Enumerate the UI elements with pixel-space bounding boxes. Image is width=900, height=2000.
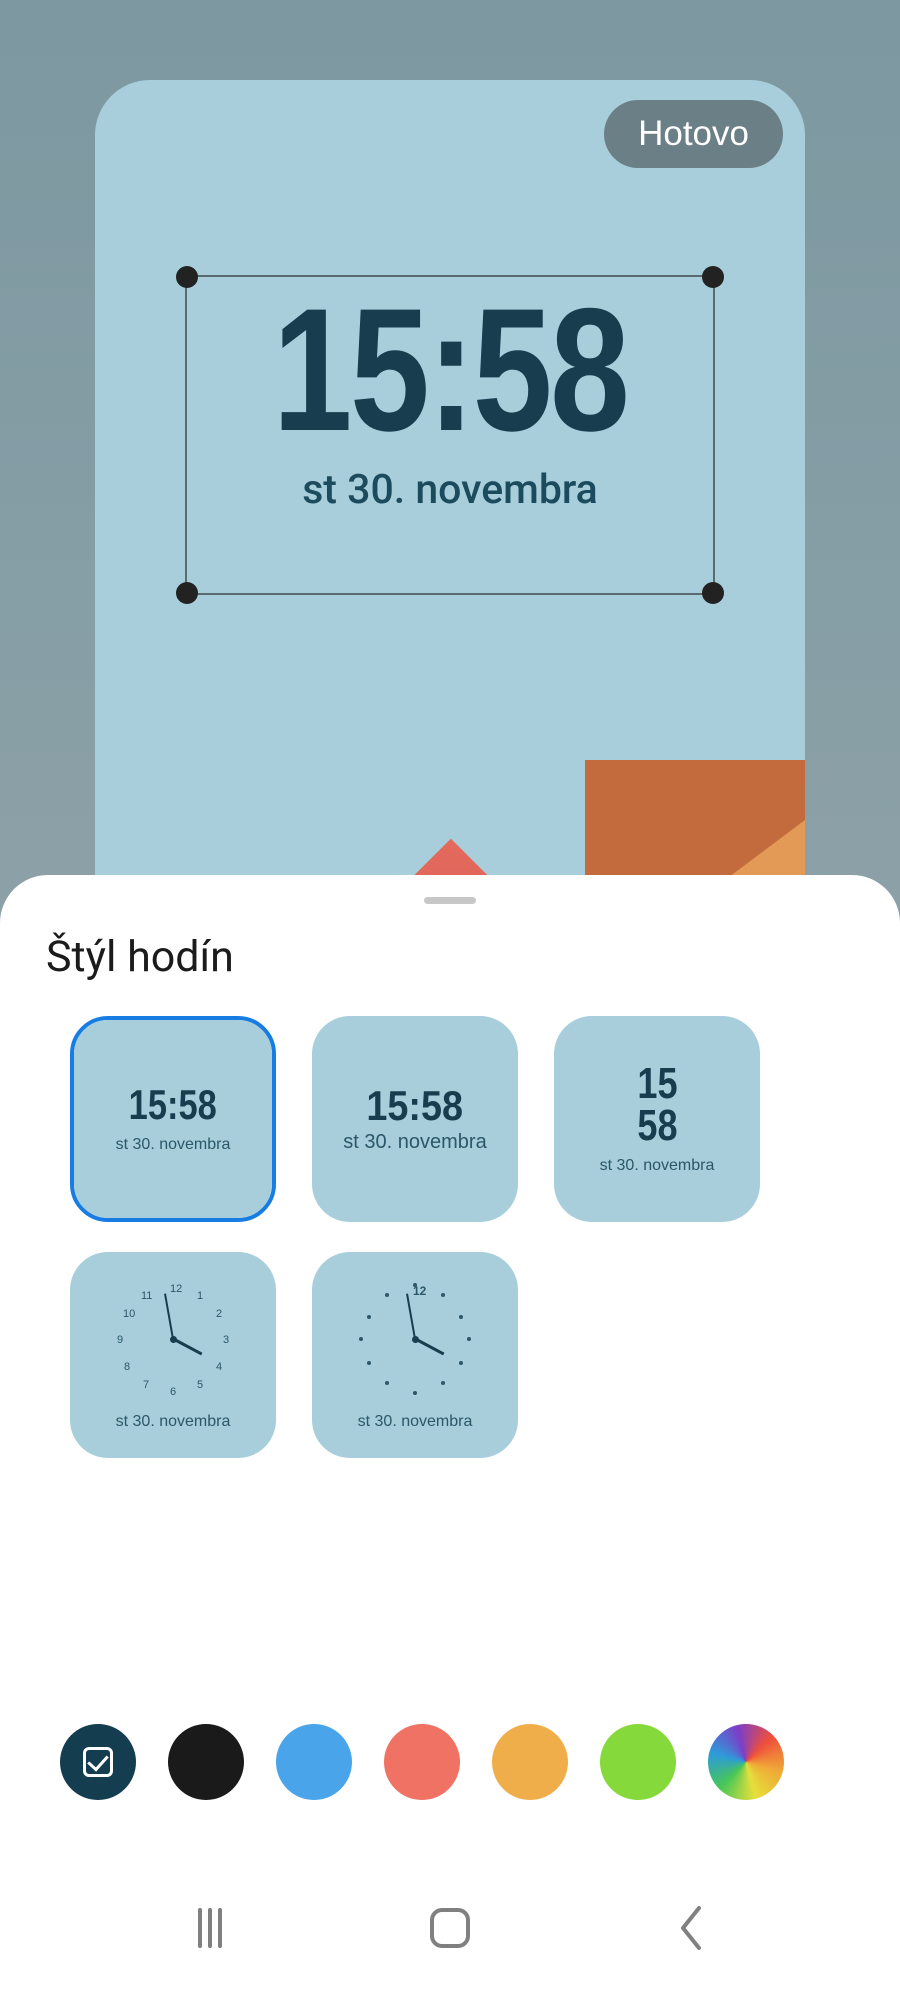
panel-title: Štýl hodín bbox=[46, 932, 900, 982]
clock-style-digital-left[interactable]: 15:58 st 30. novembra bbox=[312, 1016, 518, 1222]
clock-style-digital-center[interactable]: 15:58 st 30. novembra bbox=[70, 1016, 276, 1222]
style-card-date: st 30. novembra bbox=[116, 1136, 231, 1154]
color-swatch-auto[interactable] bbox=[60, 1724, 136, 1800]
system-nav-bar bbox=[0, 1902, 900, 1954]
clock-style-analog-numbers[interactable]: 12 1 2 3 4 5 6 7 8 9 10 11 st 30. novemb bbox=[70, 1252, 276, 1458]
checkmark-icon bbox=[83, 1747, 113, 1777]
style-card-date: st 30. novembra bbox=[116, 1413, 231, 1431]
color-swatch-blue[interactable] bbox=[276, 1724, 352, 1800]
resize-handle-tr[interactable] bbox=[702, 266, 724, 288]
panel-drag-handle[interactable] bbox=[424, 897, 476, 904]
style-card-date: st 30. novembra bbox=[343, 1131, 486, 1154]
nav-home-button[interactable] bbox=[424, 1902, 476, 1954]
nav-back-button[interactable] bbox=[664, 1902, 716, 1954]
style-card-date: st 30. novembra bbox=[600, 1157, 715, 1175]
clock-style-grid: 15:58 st 30. novembra 15:58 st 30. novem… bbox=[70, 1016, 900, 1458]
resize-handle-br[interactable] bbox=[702, 582, 724, 604]
color-swatch-green[interactable] bbox=[600, 1724, 676, 1800]
style-card-time: 1558 bbox=[637, 1063, 677, 1147]
color-swatch-orange[interactable] bbox=[492, 1724, 568, 1800]
preview-clock-date: st 30. novembra bbox=[187, 466, 713, 514]
nav-recent-button[interactable] bbox=[184, 1902, 236, 1954]
analog-clock-dots-icon: 12 bbox=[355, 1279, 475, 1399]
style-card-time: 15:58 bbox=[129, 1084, 217, 1126]
home-icon bbox=[430, 1908, 470, 1948]
clock-selection-frame[interactable]: 15:58 st 30. novembra bbox=[185, 275, 715, 595]
clock-style-analog-dots[interactable]: 12 st 30. novembra bbox=[312, 1252, 518, 1458]
color-swatch-rainbow[interactable] bbox=[708, 1724, 784, 1800]
color-swatch-red[interactable] bbox=[384, 1724, 460, 1800]
clock-style-panel: Štýl hodín 15:58 st 30. novembra 15:58 s… bbox=[0, 875, 900, 2000]
preview-clock-time: 15:58 bbox=[234, 283, 665, 458]
resize-handle-bl[interactable] bbox=[176, 582, 198, 604]
style-card-time: 15:58 bbox=[367, 1085, 464, 1127]
color-swatch-black[interactable] bbox=[168, 1724, 244, 1800]
chevron-left-icon bbox=[675, 1902, 705, 1954]
analog-clock-icon: 12 1 2 3 4 5 6 7 8 9 10 11 bbox=[113, 1279, 233, 1399]
style-card-date: st 30. novembra bbox=[358, 1413, 473, 1431]
clock-color-options bbox=[0, 1724, 900, 1800]
resize-handle-tl[interactable] bbox=[176, 266, 198, 288]
done-button[interactable]: Hotovo bbox=[604, 100, 783, 168]
clock-style-digital-stack[interactable]: 1558 st 30. novembra bbox=[554, 1016, 760, 1222]
